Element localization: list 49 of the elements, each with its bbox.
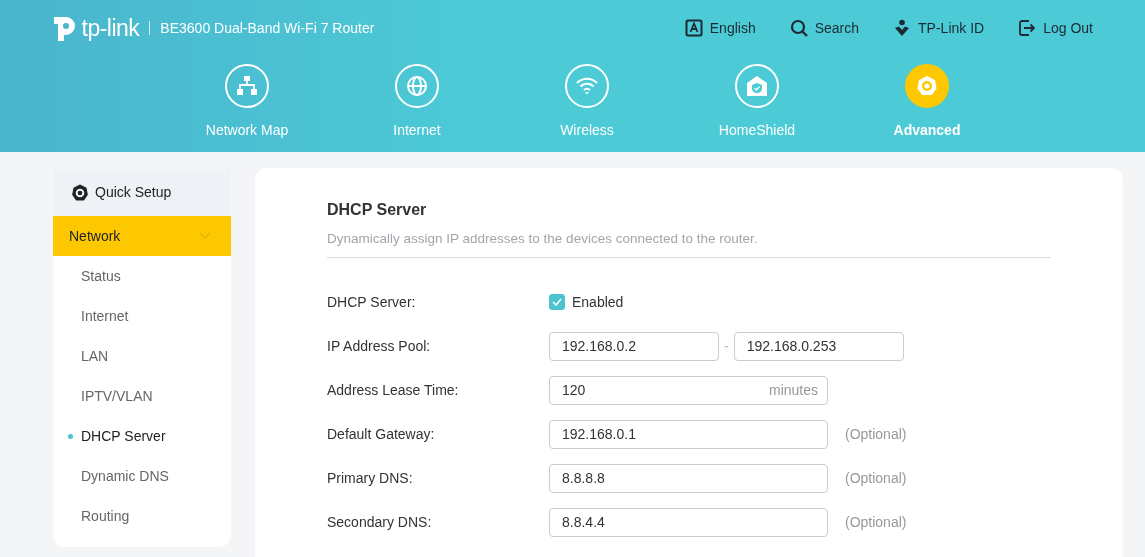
- header-link[interactable]: Log Out: [1018, 17, 1093, 39]
- model-name: BE3600 Dual-Band Wi-Fi 7 Router: [149, 21, 375, 35]
- sidebar-item[interactable]: LAN: [53, 336, 231, 376]
- search-icon: [789, 19, 808, 37]
- gear-icon: [916, 75, 938, 97]
- header-link[interactable]: English: [684, 17, 756, 39]
- chevron-icon: [199, 232, 211, 240]
- header-link[interactable]: Search: [789, 17, 860, 39]
- panel-description: Dynamically assign IP addresses to the devices connected to the router.: [327, 229, 1051, 259]
- quick-setup-link[interactable]: Quick Setup: [53, 169, 231, 216]
- person-icon: [893, 19, 912, 37]
- checkbox[interactable]: [549, 294, 565, 311]
- input-field[interactable]: 192.168.0.1: [549, 419, 828, 449]
- sidebar-item[interactable]: Status: [53, 256, 231, 296]
- field-label: DHCP Server:: [327, 292, 417, 312]
- sidebar-item[interactable]: Routing: [53, 496, 231, 536]
- sidebar-item[interactable]: DHCP Server: [53, 416, 231, 456]
- field-label: Default Gateway:: [327, 424, 436, 444]
- input-field[interactable]: 8.8.4.4: [549, 507, 828, 537]
- sidebar-item[interactable]: Internet: [53, 296, 231, 336]
- network-map-icon: [236, 75, 258, 97]
- check-icon: [552, 298, 562, 307]
- active-dot: [68, 433, 73, 439]
- field-label: Secondary DNS:: [327, 512, 433, 532]
- language-icon: [684, 19, 703, 37]
- unit-label: minutes: [768, 380, 818, 400]
- field-label: Primary DNS:: [327, 468, 414, 488]
- house-shield-icon: [746, 75, 768, 97]
- sidebar-section[interactable]: Network: [53, 216, 231, 256]
- globe-icon: [406, 75, 428, 97]
- optional-note: (Optional): [845, 512, 907, 532]
- sidebar-item[interactable]: Dynamic DNS: [53, 456, 231, 496]
- panel-title: DHCP Server: [327, 200, 428, 220]
- input-field[interactable]: 192.168.0.253: [733, 331, 904, 361]
- sidebar-item[interactable]: IPTV/VLAN: [53, 376, 231, 416]
- input-field[interactable]: 8.8.8.8: [549, 463, 828, 493]
- wifi-icon: [576, 75, 598, 97]
- input-field[interactable]: 192.168.0.2: [549, 331, 719, 361]
- field-label: Address Lease Time:: [327, 380, 460, 400]
- logo-text: tp-link: [81, 13, 140, 43]
- header-link[interactable]: TP-Link ID: [893, 17, 985, 39]
- logout-icon: [1018, 19, 1037, 37]
- checkbox-label: Enabled: [572, 292, 624, 312]
- field-label: IP Address Pool:: [327, 336, 432, 356]
- optional-note: (Optional): [845, 424, 907, 444]
- range-separator: -: [724, 336, 729, 356]
- logo-mark-icon: [52, 14, 78, 42]
- gear-icon: [71, 183, 89, 202]
- optional-note: (Optional): [845, 468, 907, 488]
